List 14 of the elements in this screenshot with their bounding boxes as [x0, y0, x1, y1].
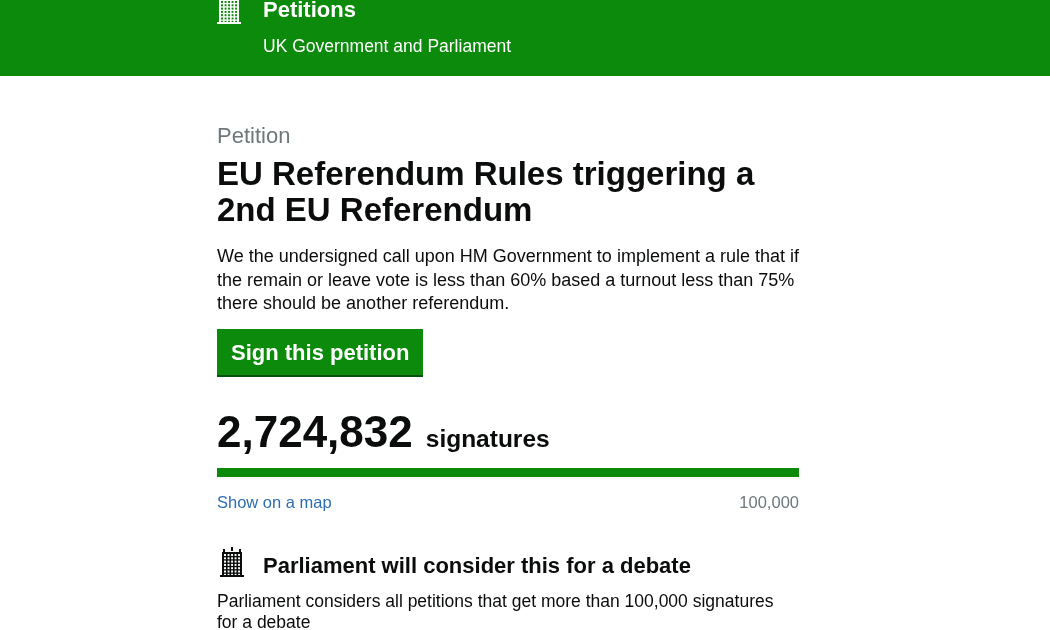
- show-map-link[interactable]: Show on a map: [217, 491, 332, 512]
- debate-description: Parliament considers all petitions that get more than 100,000 signatures for a debate: [217, 590, 775, 630]
- portcullis-icon: [219, 546, 245, 577]
- page-caption: Petition: [217, 123, 292, 149]
- petition-title: EU Referendum Rules triggering a 2nd EU Referendum: [217, 156, 756, 228]
- sign-petition-button[interactable]: Sign this petition: [217, 328, 424, 375]
- site-subtitle: UK Government and Parliament: [263, 36, 512, 56]
- signature-count: 2,724,832: [217, 407, 413, 456]
- site-title[interactable]: Petitions: [263, 0, 512, 21]
- portcullis-icon: [217, 0, 241, 25]
- threshold-value: 100,000: [739, 491, 799, 512]
- debate-heading: Parliament will consider this for a debate: [263, 551, 691, 580]
- signature-label: signatures: [425, 424, 550, 453]
- petition-description: We the undersigned call upon HM Government to implement a rule that if the remain or leave vote is less than 60% based a turnout less than 75% there should be another referendum.: [217, 245, 800, 315]
